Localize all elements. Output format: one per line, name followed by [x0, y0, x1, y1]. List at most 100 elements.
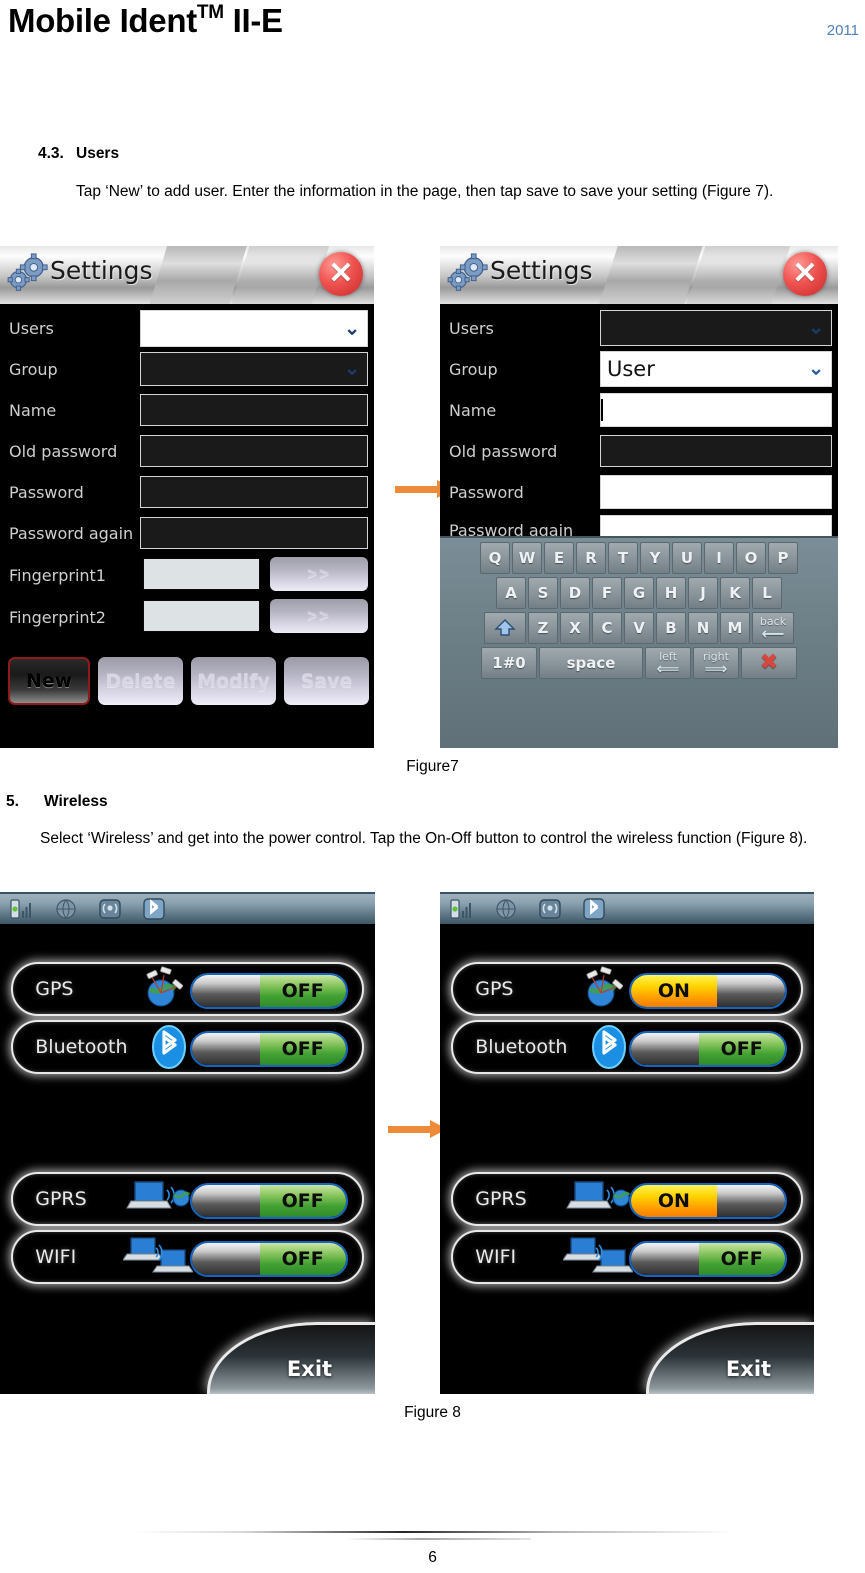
exit-button[interactable]: Exit — [207, 1322, 375, 1394]
name-input[interactable] — [600, 393, 832, 427]
fingerprint1-box[interactable] — [143, 558, 260, 590]
toggle-knob — [630, 1243, 699, 1275]
key-r[interactable]: R — [576, 542, 606, 574]
bluetooth-icon — [583, 898, 605, 920]
password-again-input[interactable] — [140, 517, 368, 549]
fingerprint2-next-button[interactable]: >> — [270, 599, 368, 633]
group-dropdown[interactable]: User ⌄ — [600, 351, 832, 387]
key-s[interactable]: S — [528, 577, 558, 609]
toggle-bluetooth[interactable]: OFF — [189, 1031, 348, 1067]
gps-globe-icon — [146, 966, 184, 1007]
wireless-row-gprs[interactable]: GPRS ON — [451, 1172, 803, 1226]
cursor-right-key[interactable]: right ⟹ — [693, 647, 739, 679]
password-input[interactable] — [140, 476, 368, 508]
wireless-row-bluetooth[interactable]: Bluetooth OFF — [11, 1020, 364, 1074]
toggle-gprs[interactable]: OFF — [189, 1183, 348, 1219]
toggle-wifi[interactable]: OFF — [189, 1241, 348, 1277]
key-j[interactable]: J — [688, 577, 718, 609]
key-o[interactable]: O — [736, 542, 766, 574]
old-password-input[interactable] — [140, 435, 368, 467]
cursor-left-key[interactable]: left ⟸ — [645, 647, 691, 679]
key-u[interactable]: U — [672, 542, 702, 574]
close-icon[interactable]: ✕ — [319, 252, 363, 296]
field-row-password: Password — [0, 472, 374, 513]
field-row-group: Group ⌄ — [0, 349, 374, 390]
exit-button[interactable]: Exit — [646, 1322, 814, 1394]
status-bar-left — [0, 892, 375, 924]
delete-button[interactable]: Delete — [98, 657, 183, 705]
wireless-row-gps[interactable]: GPS ON — [451, 962, 803, 1016]
section-heading-wireless: Wireless — [44, 793, 108, 810]
wireless-screen-right: GPS ON Bluetooth OFF GPRS ON WIFI OFF Ex… — [440, 892, 814, 1394]
field-row-password-again: Password again — [0, 513, 374, 554]
titlebar-decoration-2 — [686, 246, 791, 304]
globe-icon — [496, 899, 516, 919]
password-input[interactable] — [600, 475, 832, 509]
key-k[interactable]: K — [720, 577, 750, 609]
key-b[interactable]: B — [656, 612, 686, 644]
keyboard-row-2: A S D F G H J K L — [444, 577, 834, 609]
document-header: Mobile IdentTM II-E 2011 — [0, 0, 865, 60]
wireless-row-wifi[interactable]: WIFI OFF — [451, 1230, 803, 1284]
key-m[interactable]: M — [720, 612, 750, 644]
toggle-knob — [717, 975, 785, 1007]
group-dropdown[interactable]: ⌄ — [140, 352, 368, 386]
modify-button[interactable]: Modify — [191, 657, 276, 705]
toggle-knob — [630, 1033, 699, 1065]
toggle-gps[interactable]: OFF — [189, 973, 348, 1009]
old-password-input[interactable] — [600, 435, 832, 467]
key-z[interactable]: Z — [528, 612, 558, 644]
toggle-gprs[interactable]: ON — [628, 1183, 787, 1219]
status-bar-right — [440, 892, 814, 924]
field-label-password-again: Password again — [9, 524, 134, 543]
new-button[interactable]: New — [8, 657, 90, 705]
field-label-users: Users — [449, 319, 494, 338]
toggle-knob — [191, 1185, 260, 1217]
key-c[interactable]: C — [592, 612, 622, 644]
key-p[interactable]: P — [768, 542, 798, 574]
toggle-state-gprs: OFF — [259, 1185, 346, 1217]
key-q[interactable]: Q — [480, 542, 510, 574]
key-x[interactable]: X — [560, 612, 590, 644]
close-icon[interactable]: ✕ — [783, 252, 827, 296]
key-h[interactable]: H — [656, 577, 686, 609]
fingerprint2-box[interactable] — [143, 600, 260, 632]
users-dropdown[interactable]: ⌄ — [600, 310, 832, 346]
users-dropdown[interactable]: ⌄ — [140, 310, 368, 347]
key-v[interactable]: V — [624, 612, 654, 644]
name-input[interactable] — [140, 394, 368, 426]
key-l[interactable]: L — [752, 577, 782, 609]
wireless-row-bluetooth[interactable]: Bluetooth OFF — [451, 1020, 803, 1074]
key-i[interactable]: I — [704, 542, 734, 574]
toggle-wifi[interactable]: OFF — [628, 1241, 787, 1277]
save-button[interactable]: Save — [284, 657, 369, 705]
backspace-key[interactable]: back ⟵ — [752, 612, 794, 644]
toggle-knob — [717, 1185, 785, 1217]
key-y[interactable]: Y — [640, 542, 670, 574]
key-t[interactable]: T — [608, 542, 638, 574]
field-label-users: Users — [9, 319, 54, 338]
key-e[interactable]: E — [544, 542, 574, 574]
close-keyboard-key[interactable]: ✖ — [741, 647, 797, 679]
section-heading-users: Users — [76, 145, 120, 162]
key-g[interactable]: G — [624, 577, 654, 609]
wireless-row-wifi[interactable]: WIFI OFF — [11, 1230, 364, 1284]
key-n[interactable]: N — [688, 612, 718, 644]
shift-icon[interactable] — [484, 612, 526, 644]
section-number-5: 5. — [6, 793, 19, 810]
toggle-gps[interactable]: ON — [628, 973, 787, 1009]
key-f[interactable]: F — [592, 577, 622, 609]
numeric-mode-key[interactable]: 1#0 — [481, 647, 537, 679]
fingerprint1-next-button[interactable]: >> — [270, 557, 368, 591]
key-a[interactable]: A — [496, 577, 526, 609]
field-row-users: Users ⌄ — [0, 308, 374, 349]
toggle-bluetooth[interactable]: OFF — [628, 1031, 787, 1067]
wireless-row-gprs[interactable]: GPRS OFF — [11, 1172, 364, 1226]
key-w[interactable]: W — [512, 542, 542, 574]
settings-screen-right: Settings ✕ Users ⌄ User ⌄ Group Name Old… — [440, 246, 838, 748]
titlebar-decoration-1 — [149, 246, 247, 304]
key-d[interactable]: D — [560, 577, 590, 609]
wireless-row-gps[interactable]: GPS OFF — [11, 962, 364, 1016]
figure-caption-7: Figure7 — [406, 758, 459, 775]
space-key[interactable]: space — [539, 647, 643, 679]
